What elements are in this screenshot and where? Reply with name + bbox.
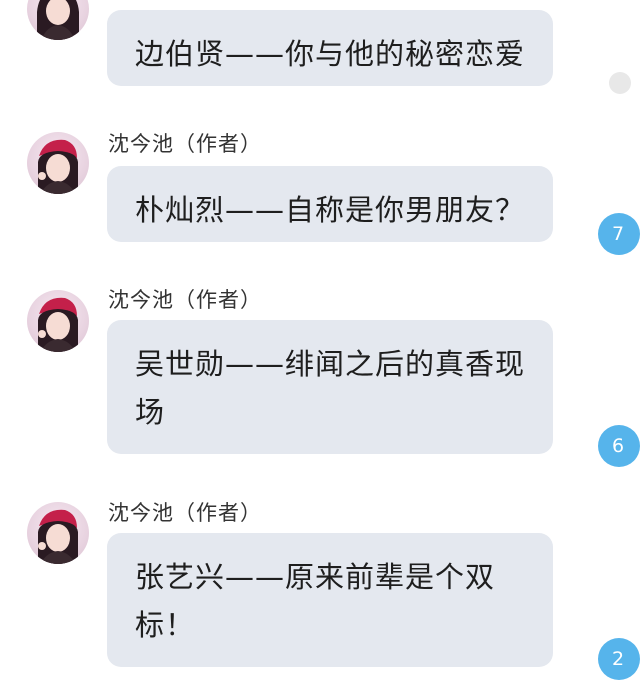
comment-text: 朴灿烈——自称是你男朋友？ xyxy=(135,193,526,227)
comment-author[interactable]: 沈今池（作者） xyxy=(108,497,262,527)
avatar[interactable] xyxy=(27,290,89,352)
reply-count-badge[interactable]: 6 xyxy=(598,425,640,467)
comment-bubble[interactable]: 吴世勋——绯闻之后的真香现场 xyxy=(107,320,553,454)
comment-text: 吴世勋——绯闻之后的真香现场 xyxy=(135,347,526,429)
comment-bubble[interactable]: 张艺兴——原来前辈是个双标！ xyxy=(107,533,553,667)
comment-author[interactable]: 沈今池（作者） xyxy=(108,128,262,158)
comment-text: 边伯贤——你与他的秘密恋爱 xyxy=(135,37,526,71)
comment-bubble[interactable]: 朴灿烈——自称是你男朋友？ xyxy=(107,166,553,242)
reply-count-badge[interactable]: 7 xyxy=(598,213,640,255)
avatar[interactable] xyxy=(27,132,89,194)
comment-text: 张艺兴——原来前辈是个双标！ xyxy=(135,560,496,642)
avatar[interactable] xyxy=(27,0,89,40)
comment-author[interactable]: 沈今池（作者） xyxy=(108,284,262,314)
avatar[interactable] xyxy=(27,502,89,564)
reply-count-badge[interactable]: 2 xyxy=(598,638,640,680)
more-dot-icon[interactable] xyxy=(609,72,631,94)
comment-bubble[interactable]: 边伯贤——你与他的秘密恋爱 xyxy=(107,10,553,86)
